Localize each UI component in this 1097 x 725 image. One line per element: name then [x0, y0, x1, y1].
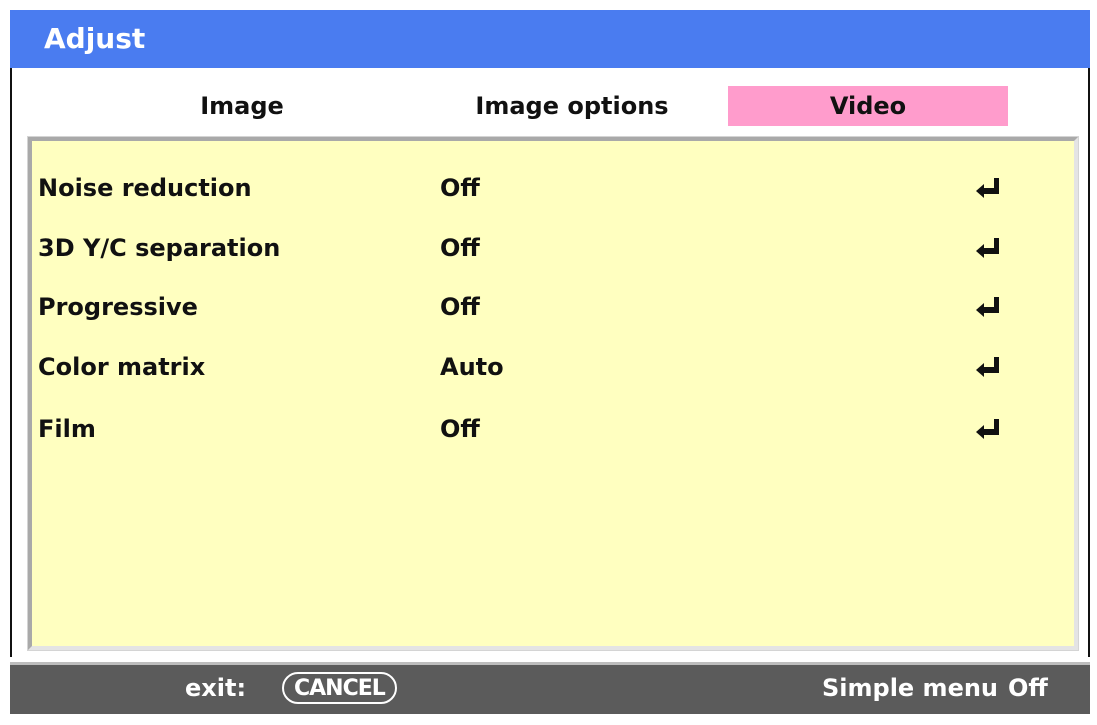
simple-menu-value[interactable]: Off	[1008, 665, 1048, 711]
enter-return-icon[interactable]	[976, 296, 1000, 318]
setting-label: Noise reduction	[38, 174, 252, 202]
tab-image-options[interactable]: Image options	[462, 86, 682, 126]
setting-value: Off	[440, 293, 480, 321]
menu-title: Adjust	[10, 10, 1090, 68]
setting-row-film[interactable]: Film Off	[38, 406, 1038, 452]
setting-value: Off	[440, 234, 480, 262]
adjust-menu-screen: Adjust Image Image options Video Noise r…	[0, 0, 1097, 725]
enter-return-icon[interactable]	[976, 177, 1000, 199]
tab-video[interactable]: Video	[728, 86, 1008, 126]
setting-label: 3D Y/C separation	[38, 234, 281, 262]
video-settings-panel	[27, 136, 1079, 651]
exit-label: exit:	[185, 674, 247, 702]
setting-row-3d-yc-separation[interactable]: 3D Y/C separation Off	[38, 225, 1038, 271]
simple-menu-label: Simple menu	[822, 674, 999, 702]
tab-image[interactable]: Image	[142, 86, 342, 126]
setting-label: Progressive	[38, 293, 198, 321]
setting-label: Color matrix	[38, 353, 206, 381]
setting-label: Film	[38, 415, 96, 443]
enter-return-icon[interactable]	[976, 356, 1000, 378]
setting-row-noise-reduction[interactable]: Noise reduction Off	[38, 165, 1038, 211]
setting-value: Auto	[440, 353, 504, 381]
cancel-key-icon[interactable]: CANCEL	[282, 672, 397, 704]
setting-row-color-matrix[interactable]: Color matrix Auto	[38, 344, 1038, 390]
setting-row-progressive[interactable]: Progressive Off	[38, 284, 1038, 330]
setting-value: Off	[440, 415, 480, 443]
enter-return-icon[interactable]	[976, 418, 1000, 440]
setting-value: Off	[440, 174, 480, 202]
enter-return-icon[interactable]	[976, 237, 1000, 259]
status-bar: exit: CANCEL Simple menu Off	[10, 662, 1090, 714]
